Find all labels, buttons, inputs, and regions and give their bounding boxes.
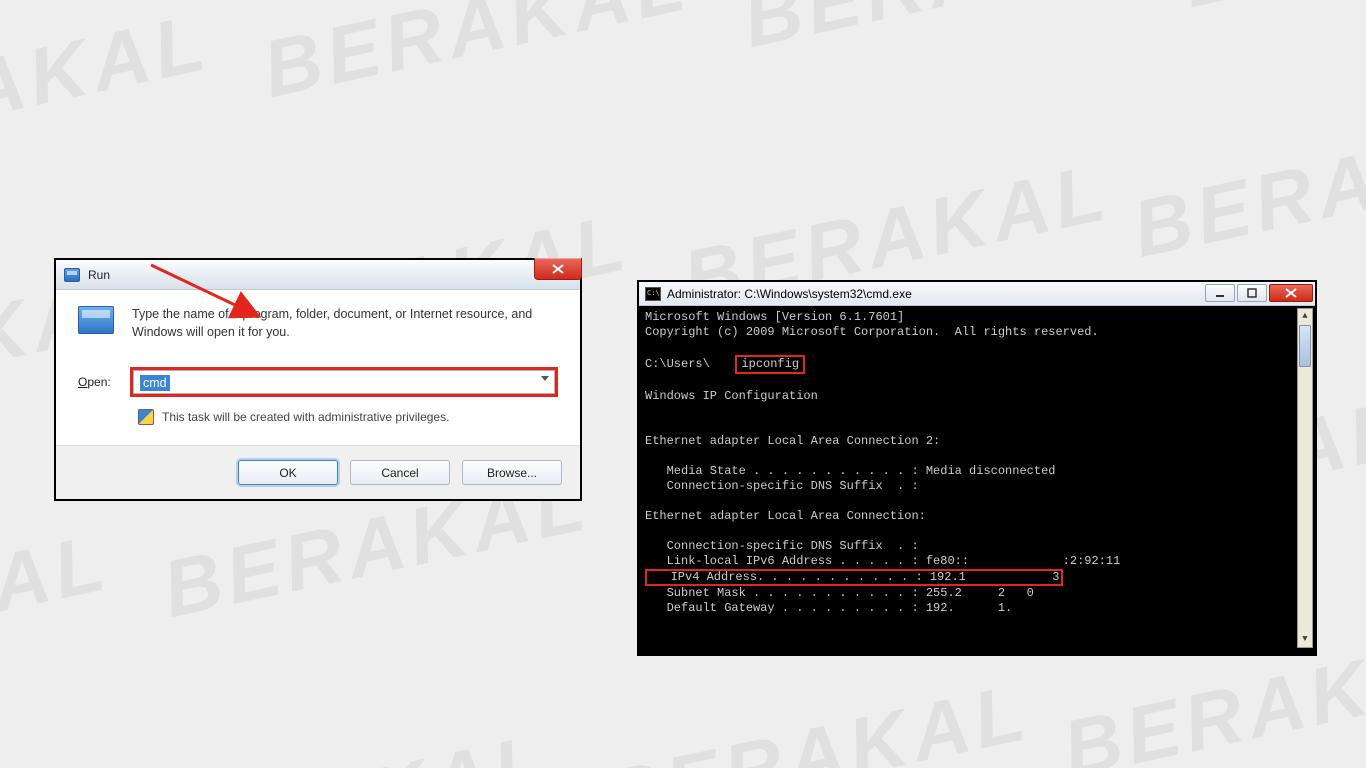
watermark-text: BERAKAL — [255, 0, 698, 116]
open-input-selected-text: cmd — [140, 375, 170, 391]
run-footer: OK Cancel Browse... — [56, 445, 580, 499]
cmd-line: Connection-specific DNS Suffix . : — [645, 479, 919, 493]
scroll-down-button[interactable]: ▼ — [1298, 631, 1312, 647]
browse-button[interactable]: Browse... — [462, 460, 562, 485]
cmd-line: Microsoft Windows [Version 6.1.7601] — [645, 310, 904, 324]
watermark-text: BERAKAL — [595, 666, 1038, 768]
close-button[interactable] — [534, 258, 582, 280]
cmd-output[interactable]: Microsoft Windows [Version 6.1.7601] Cop… — [639, 306, 1315, 654]
cmd-icon — [645, 287, 661, 301]
cmd-line: Default Gateway . . . . . . . . . : 192.… — [645, 601, 1012, 615]
scroll-up-button[interactable]: ▲ — [1298, 309, 1312, 325]
watermark-text: BERAKAL — [115, 716, 558, 768]
ok-button[interactable]: OK — [238, 460, 338, 485]
cmd-line: Ethernet adapter Local Area Connection 2… — [645, 434, 940, 448]
maximize-button[interactable] — [1237, 284, 1267, 302]
run-title: Run — [88, 268, 110, 282]
cmd-titlebar[interactable]: Administrator: C:\Windows\system32\cmd.e… — [639, 282, 1315, 306]
cmd-window: Administrator: C:\Windows\system32\cmd.e… — [637, 280, 1317, 656]
run-titlebar[interactable]: Run — [56, 260, 580, 290]
open-label: Open: — [78, 375, 130, 389]
window-controls — [1205, 284, 1313, 302]
cmd-line: Subnet Mask . . . . . . . . . . . : 255.… — [645, 586, 1034, 600]
scroll-track[interactable] — [1298, 325, 1312, 631]
shield-text: This task will be created with administr… — [162, 410, 449, 424]
open-input[interactable] — [133, 370, 555, 394]
cmd-ipconfig-highlight: ipconfig — [735, 355, 805, 374]
scroll-thumb[interactable] — [1299, 325, 1311, 367]
cmd-line: Media State . . . . . . . . . . . : Medi… — [645, 464, 1055, 478]
cmd-title: Administrator: C:\Windows\system32\cmd.e… — [667, 287, 912, 301]
cmd-ipv4-highlight: IPv4 Address. . . . . . . . . . . : 192.… — [645, 569, 1063, 586]
run-dialog: Run Type the name of a program, folder, … — [54, 258, 582, 501]
cmd-line: Connection-specific DNS Suffix . : — [645, 539, 919, 553]
run-body: Type the name of a program, folder, docu… — [56, 290, 580, 445]
cmd-line: Copyright (c) 2009 Microsoft Corporation… — [645, 325, 1099, 339]
watermark-text: BERAKAL — [0, 516, 118, 696]
watermark-text: BERAKAL — [0, 0, 218, 176]
uac-shield-icon — [138, 409, 154, 425]
watermark-text: BERAKAL — [1175, 0, 1366, 26]
watermark-text: BERAKAL — [735, 0, 1178, 66]
cmd-line: Link-local IPv6 Address . . . . . : fe80… — [645, 554, 1120, 568]
minimize-button[interactable] — [1205, 284, 1235, 302]
watermark-text: BERAKAL — [1125, 96, 1366, 276]
cmd-line: Windows IP Configuration — [645, 389, 818, 403]
scrollbar[interactable]: ▲ ▼ — [1297, 308, 1313, 648]
run-icon — [64, 268, 80, 282]
cancel-button[interactable]: Cancel — [350, 460, 450, 485]
close-button[interactable] — [1269, 284, 1313, 302]
open-input-highlight: cmd — [130, 367, 558, 397]
cmd-line: Ethernet adapter Local Area Connection: — [645, 509, 926, 523]
chevron-down-icon[interactable] — [541, 376, 549, 381]
run-program-icon — [78, 306, 114, 334]
run-description: Type the name of a program, folder, docu… — [132, 306, 558, 341]
cmd-prompt: C:\Users\ — [645, 357, 710, 371]
